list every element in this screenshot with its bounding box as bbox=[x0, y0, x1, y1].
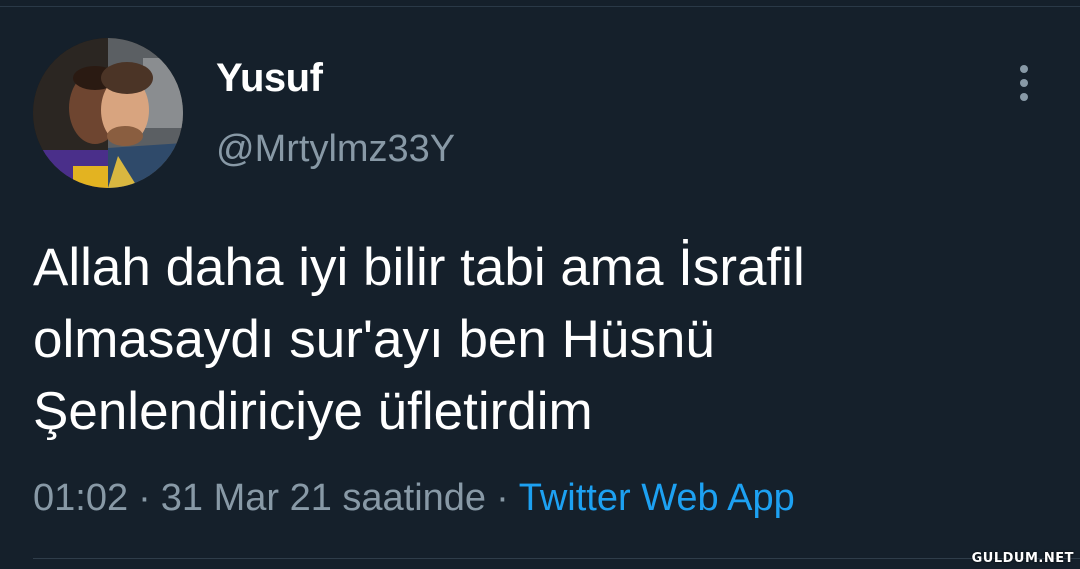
more-options-button[interactable] bbox=[1008, 62, 1040, 104]
avatar-photo-icon bbox=[33, 38, 183, 188]
author-display-name[interactable]: Yusuf bbox=[216, 56, 323, 101]
tweet-text: Allah daha iyi bilir tabi ama İsrafil ol… bbox=[33, 238, 805, 441]
watermark: GULDUM.NET bbox=[971, 551, 1074, 566]
meta-separator: · bbox=[496, 477, 509, 519]
tweet-date[interactable]: 31 Mar 21 saatinde bbox=[161, 477, 486, 520]
tweet-source-link[interactable]: Twitter Web App bbox=[519, 477, 795, 520]
avatar[interactable] bbox=[33, 38, 183, 188]
tweet-metadata: 01:02 · 31 Mar 21 saatinde · Twitter Web… bbox=[33, 477, 795, 520]
bottom-divider bbox=[33, 558, 1080, 559]
more-vertical-icon bbox=[1020, 65, 1028, 101]
meta-separator: · bbox=[138, 477, 151, 519]
tweet-card: Yusuf @Mrtylmz33Y Allah daha iyi bilir t… bbox=[0, 0, 1080, 569]
tweet-time[interactable]: 01:02 bbox=[33, 477, 128, 520]
author-handle[interactable]: @Mrtylmz33Y bbox=[216, 128, 455, 171]
